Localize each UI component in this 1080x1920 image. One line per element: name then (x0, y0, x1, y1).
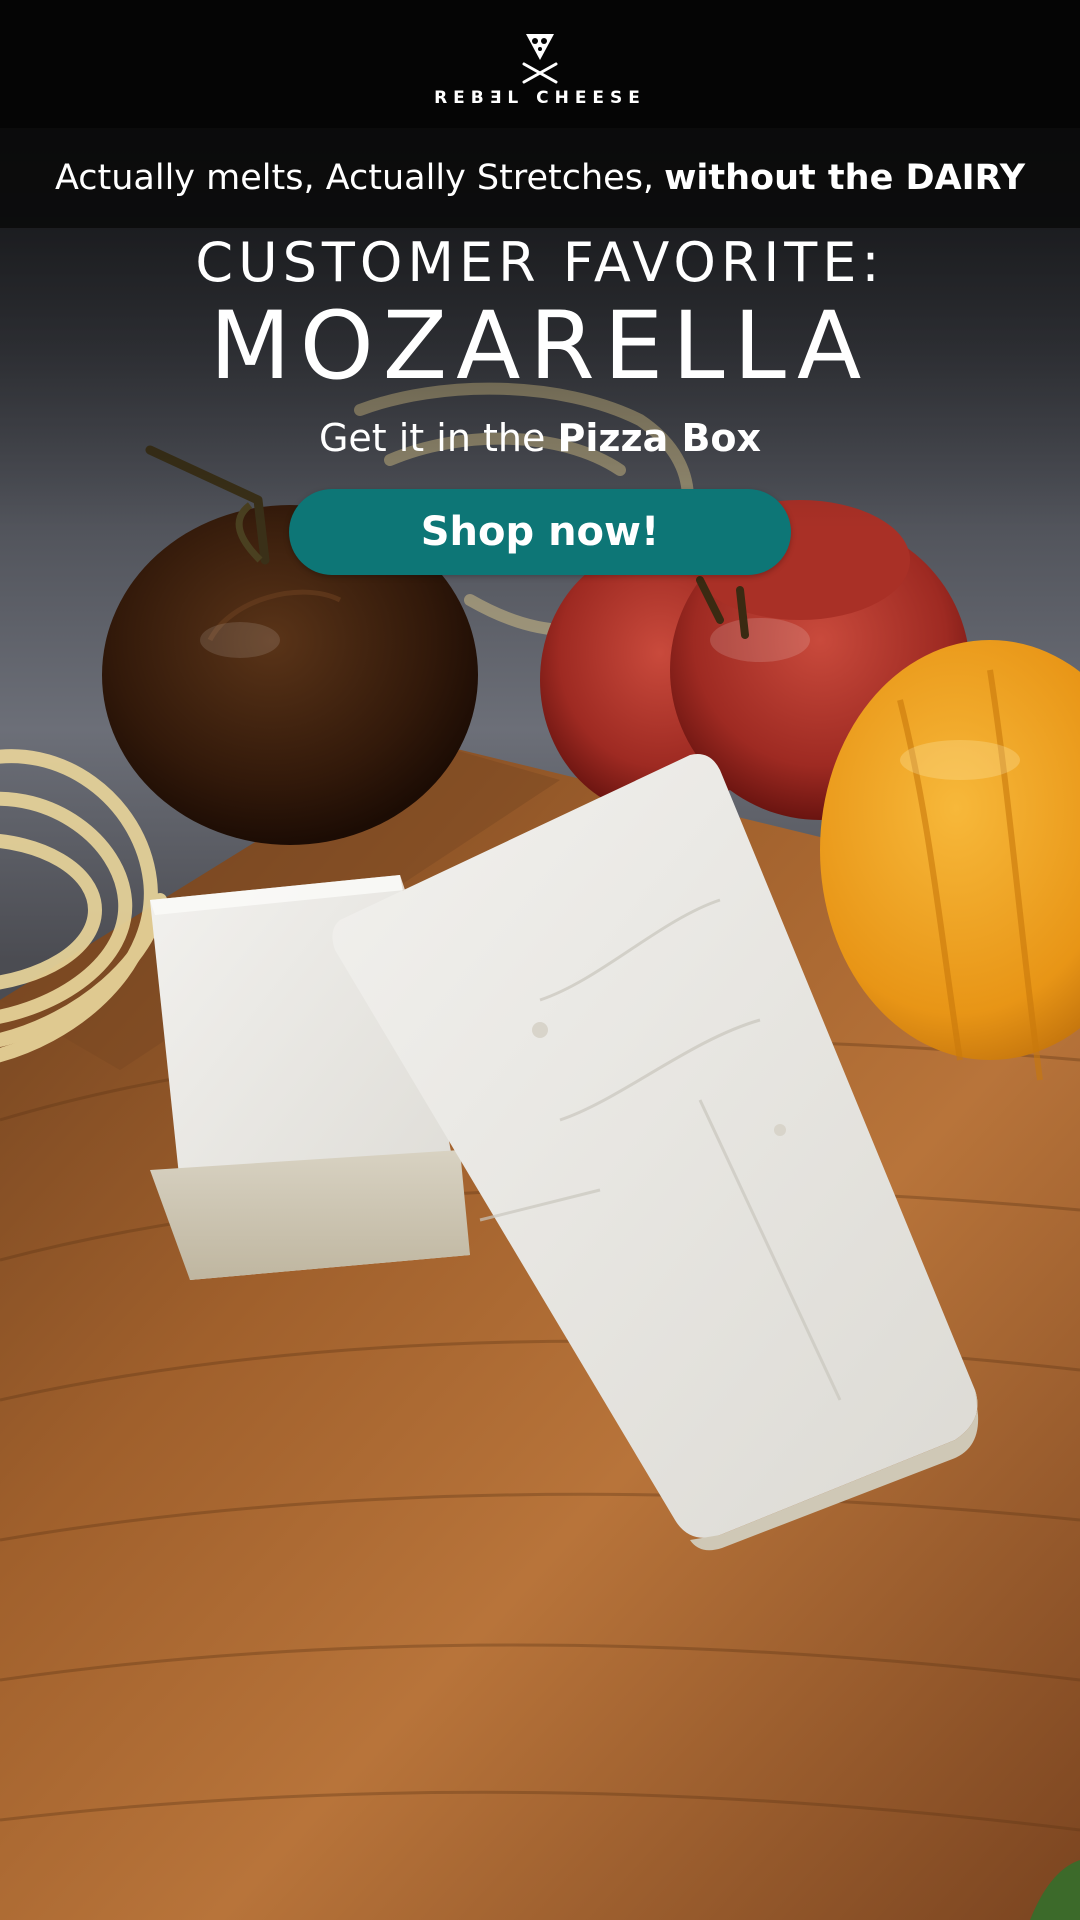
tagline-regular: Actually melts, Actually Stretches, (54, 158, 655, 198)
headline-product-name: MOZARELLA (209, 292, 871, 401)
headline-customer-favorite: CUSTOMER FAVORITE: (195, 231, 885, 294)
brand-logo-text: REBƎL CHEESE (434, 88, 646, 108)
brand-header: REBƎL CHEESE (0, 0, 1080, 128)
subline-bold: Pizza Box (557, 416, 762, 460)
subline-regular: Get it in the (318, 416, 546, 460)
tagline-bar: Actually melts, Actually Stretches, with… (0, 128, 1080, 228)
subline: Get it in the Pizza Box (0, 408, 1080, 468)
tagline-bold: without the DAIRY (664, 158, 1026, 198)
shop-now-button[interactable]: Shop now! (289, 489, 791, 575)
pizza-skull-crossbones-icon (522, 34, 558, 84)
ad-page: REBƎL CHEESE Actually melts, Actually St… (0, 0, 1080, 1920)
